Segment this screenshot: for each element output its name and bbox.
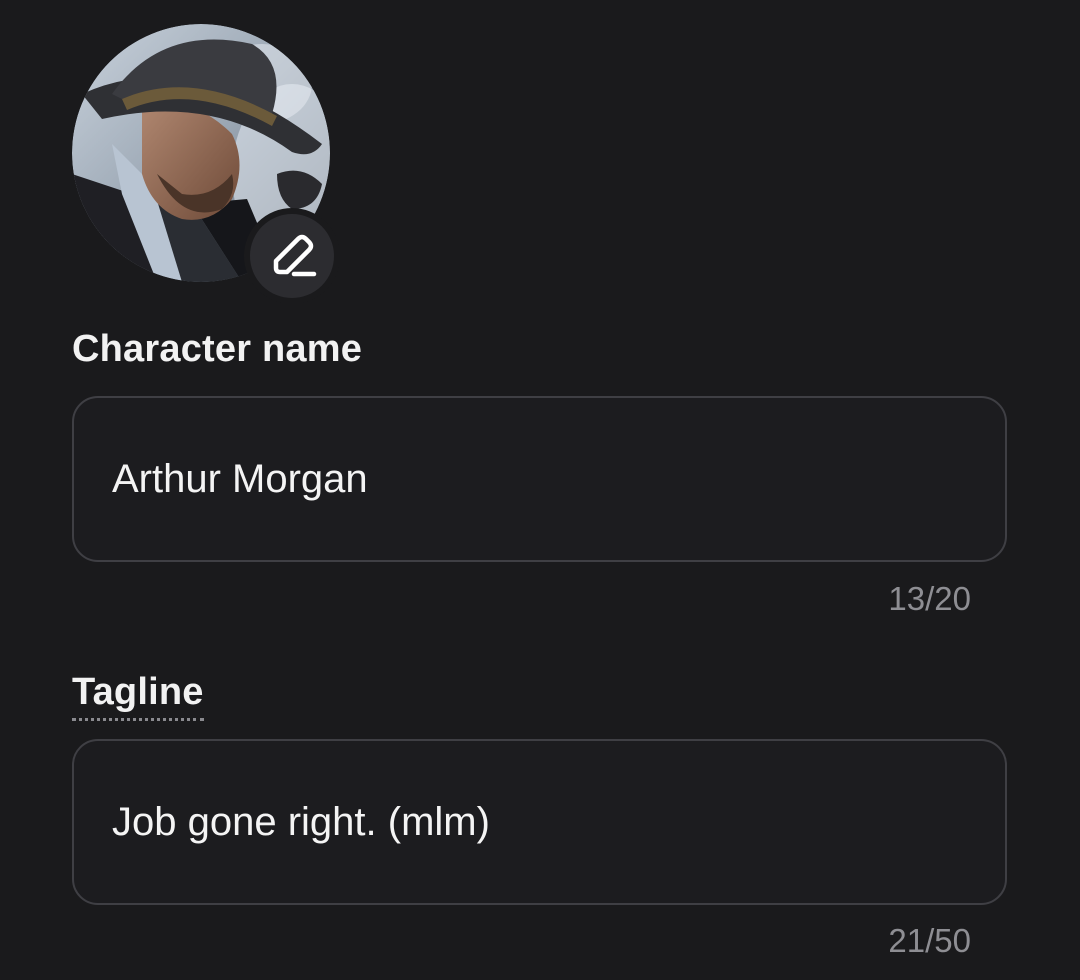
tagline-label[interactable]: Tagline [72, 671, 204, 721]
character-name-label: Character name [72, 328, 363, 370]
pencil-icon [273, 234, 317, 277]
tagline-counter: 21/50 [888, 922, 971, 959]
avatar-container [72, 24, 340, 304]
character-name-value: Arthur Morgan [112, 456, 368, 501]
tagline-input[interactable]: Job gone right. (mlm) [72, 739, 1007, 905]
character-name-counter: 13/20 [888, 580, 971, 617]
tagline-value: Job gone right. (mlm) [112, 799, 490, 844]
edit-avatar-button[interactable] [244, 208, 340, 304]
character-edit-form: Character name Arthur Morgan 13/20 Tagli… [0, 0, 1080, 980]
character-name-input[interactable]: Arthur Morgan [72, 396, 1007, 562]
